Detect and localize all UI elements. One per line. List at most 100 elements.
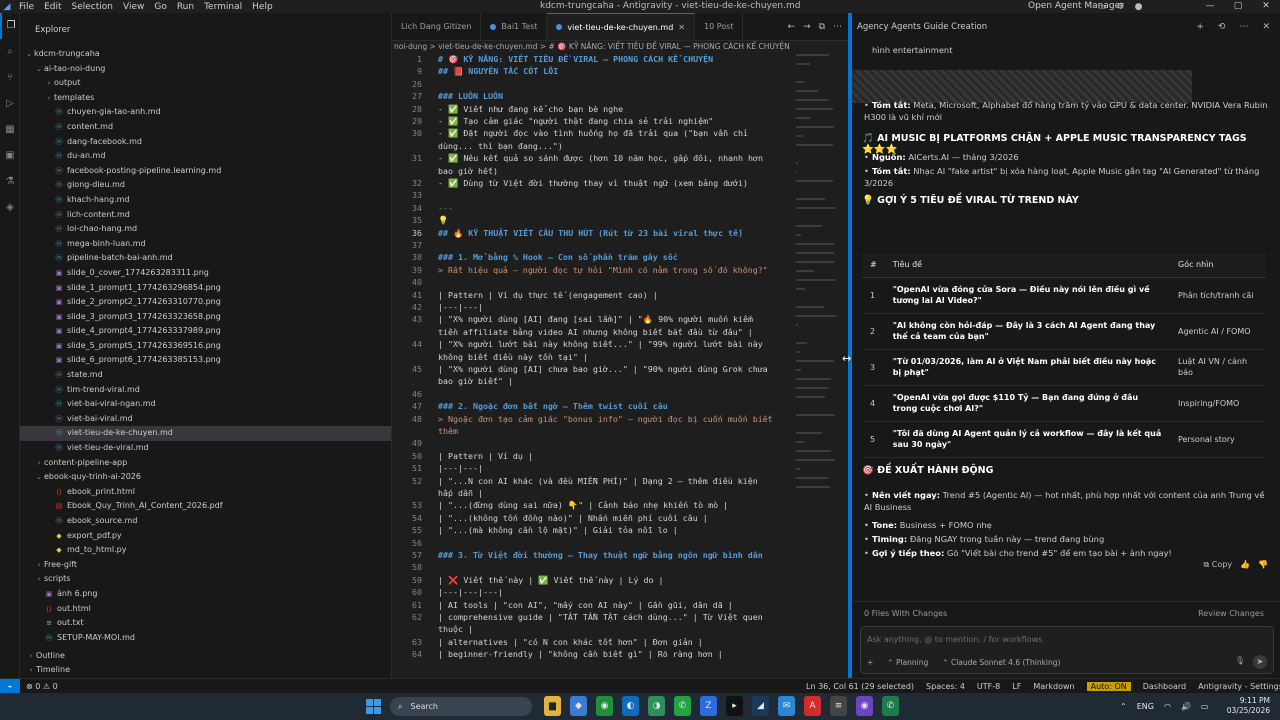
code-line[interactable]: 29 - ✅ Tạo cảm giác "người thật đang chia… [392, 115, 848, 128]
go-back-icon[interactable]: ← [787, 22, 795, 32]
menu-view[interactable]: View [118, 2, 149, 12]
antigravity-taskbar-icon[interactable]: ◢ [752, 696, 769, 716]
folder-item[interactable]: › output [20, 76, 391, 91]
resize-arrows-icon[interactable]: ↔ [842, 352, 851, 365]
problems-indicator[interactable]: ⊗ 0 ⚠ 0 [20, 682, 58, 691]
menu-run[interactable]: Run [172, 2, 199, 12]
file-item[interactable]: ▣ slide_6_prompt6_1774263385153.png [20, 353, 391, 368]
menu-help[interactable]: Help [247, 2, 278, 12]
menu-terminal[interactable]: Terminal [199, 2, 247, 12]
code-line[interactable]: 28 - ✅ Viết như đang kể cho bạn bè nghe [392, 103, 848, 116]
code-line[interactable]: 54 | "...(không tốn đồng nào)" | Nhấn miễ… [392, 512, 848, 525]
extensions-icon[interactable]: ▦ [0, 117, 20, 143]
maximize-button[interactable]: ▢ [1224, 0, 1252, 13]
more-actions-icon[interactable]: ⋯ [833, 22, 842, 32]
code-line[interactable]: 35 💡 [392, 214, 848, 227]
file-item[interactable]: ⓜ SETUP-MAY-MOI.md [20, 631, 391, 646]
minimize-button[interactable]: — [1196, 0, 1224, 13]
code-line[interactable]: 48 > Ngoặc đơn tạo cảm giác "bonus info" … [392, 413, 848, 426]
pdf-reader-icon[interactable]: A [804, 696, 821, 716]
file-item[interactable]: ⓜ chuyen-gia-tao-anh.md [20, 105, 391, 120]
code-line[interactable]: bao giờ hết) [392, 165, 848, 178]
show-hidden-icons[interactable]: ⌃ [1120, 702, 1127, 711]
text-editor-icon[interactable]: ≡ [830, 696, 847, 716]
tab-lich-dang-gitizen[interactable]: Lich Dang Gitizen [392, 13, 482, 40]
file-item[interactable]: ⓜ tim-trend-viral.md [20, 383, 391, 398]
code-line[interactable]: 43 | "X% người dùng [AI] đang [sai lầm]" … [392, 313, 848, 326]
code-line[interactable]: không biết điều này tồn tại" | [392, 351, 848, 364]
file-item[interactable]: ▣ slide_4_prompt4_1774263337989.png [20, 324, 391, 339]
terminal-icon[interactable]: ▸ [726, 696, 743, 716]
file-item[interactable]: ⓜ content.md [20, 120, 391, 135]
breadcrumb[interactable]: noi-dung > viet-tieu-de-ke-chuyen.md > #… [392, 41, 848, 53]
code-line[interactable]: 26 [392, 78, 848, 91]
layout-icon[interactable]: ▭ [1098, 2, 1107, 12]
file-item[interactable]: ▣ slide_1_prompt1_1774263296854.png [20, 281, 391, 296]
file-item[interactable]: ⓜ mega-binh-luan.md [20, 237, 391, 252]
code-line[interactable]: hấp dẫn | [392, 487, 848, 500]
code-line[interactable]: dùng... thì bạn đang...") [392, 140, 848, 153]
file-item[interactable]: ⓜ viet-tieu-de-viral.md [20, 441, 391, 456]
end-of-line[interactable]: LF [1012, 682, 1021, 691]
outline-section[interactable]: › Outline [20, 649, 391, 664]
close-panel-icon[interactable]: ✕ [1262, 22, 1270, 32]
windows-start-icon[interactable] [366, 699, 381, 714]
file-item[interactable]: ▣ slide_5_prompt5_1774263369516.png [20, 339, 391, 354]
code-line[interactable]: 61 | AI tools | "con AI", "mấy con AI này… [392, 599, 848, 612]
copy-button[interactable]: ⧉ Copy [1204, 560, 1233, 570]
code-line[interactable]: 40 [392, 276, 848, 289]
code-line[interactable]: 63 | alternatives | "có N con khác tốt hơ… [392, 636, 848, 649]
search-icon[interactable]: ⌕ [0, 39, 20, 65]
file-item[interactable]: ◆ export_pdf.py [20, 529, 391, 544]
tab-bai1-test[interactable]: Bai1 Test [481, 13, 548, 40]
explorer-files-icon[interactable]: ❐ [0, 13, 20, 39]
code-line[interactable]: 36 ## 🔥 KỸ THUẬT VIẾT CÂU THU HÚT (Rút từ… [392, 227, 848, 240]
folder-item[interactable]: › Free-gift [20, 558, 391, 573]
close-tab-icon[interactable]: ✕ [678, 23, 685, 32]
file-item[interactable]: ⟨⟩ out.html [20, 602, 391, 617]
code-line[interactable]: 60 |---|---|---| [392, 586, 848, 599]
timeline-section[interactable]: › Timeline [20, 663, 391, 678]
folder-item[interactable]: › templates [20, 91, 391, 106]
history-icon[interactable]: ⟲ [1218, 22, 1226, 32]
file-item[interactable]: ▣ slide_0_cover_1774263283311.png [20, 266, 391, 281]
code-line[interactable]: 50 | Pattern | Ví dụ | [392, 450, 848, 463]
code-line[interactable]: thuộc | [392, 623, 848, 636]
language-mode[interactable]: Markdown [1033, 682, 1074, 691]
code-line[interactable]: 33 [392, 189, 848, 202]
close-window-button[interactable]: ✕ [1252, 0, 1280, 13]
taskbar-clock[interactable]: 9:11 PM 03/25/2026 [1227, 696, 1270, 716]
file-item[interactable]: ≡ out.txt [20, 616, 391, 631]
tab-10-post[interactable]: 10 Post [695, 13, 744, 40]
code-line[interactable]: 45 | "X% người dùng [AI] chưa bao giờ..."… [392, 363, 848, 376]
code-line[interactable]: 58 [392, 561, 848, 574]
code-line[interactable]: 62 | comprehensive guide | "TẤT TẦN TẬT c… [392, 611, 848, 624]
wifi-icon[interactable]: ◠ [1164, 702, 1171, 711]
add-context-icon[interactable]: + [867, 658, 873, 667]
file-item[interactable]: ▣ slide_3_prompt3_1774263323658.png [20, 310, 391, 325]
remote-explorer-icon[interactable]: ▣ [0, 143, 20, 169]
chrome-icon[interactable]: ◉ [596, 696, 613, 716]
code-line[interactable]: 44 | "X% người lướt bài này không biết...… [392, 338, 848, 351]
file-item[interactable]: ⓜ state.md [20, 368, 391, 383]
code-line[interactable]: tiền affiliate bằng video AI nhưng không… [392, 326, 848, 339]
messaging-icon[interactable]: ✆ [674, 696, 691, 716]
code-line[interactable]: 47 ### 2. Ngoặc đơn bất ngờ — Thêm twist … [392, 400, 848, 413]
encoding[interactable]: UTF-8 [977, 682, 1000, 691]
split-editor-icon[interactable]: ⧉ [819, 22, 825, 32]
file-item[interactable]: ⓜ du-an.md [20, 149, 391, 164]
mode-selector[interactable]: ⌃ Planning [887, 658, 928, 667]
code-line[interactable]: 32 - ✅ Dùng từ Việt đời thường thay vì th… [392, 177, 848, 190]
code-line[interactable]: bao giờ biết" | [392, 375, 848, 388]
code-line[interactable]: 53 | "...(đừng dùng sai nữa) 👇" | Cảnh bá… [392, 499, 848, 512]
code-line[interactable]: 57 ### 3. Từ Việt đời thường — Thay thuật… [392, 549, 848, 562]
edge-icon[interactable]: ◐ [622, 696, 639, 716]
testing-flask-icon[interactable]: ⚗ [0, 169, 20, 195]
file-explorer-icon[interactable]: ▆ [544, 696, 561, 716]
code-line[interactable]: thêm [392, 425, 848, 438]
source-control-icon[interactable]: ⑂ [0, 65, 20, 91]
code-line[interactable]: 55 | "...(mà không cần lộ mặt)" | Giải tỏ… [392, 524, 848, 537]
file-item[interactable]: ⓜ giong-dieu.md [20, 178, 391, 193]
mail-icon[interactable]: ✉ [778, 696, 795, 716]
code-line[interactable]: 56 [392, 537, 848, 550]
